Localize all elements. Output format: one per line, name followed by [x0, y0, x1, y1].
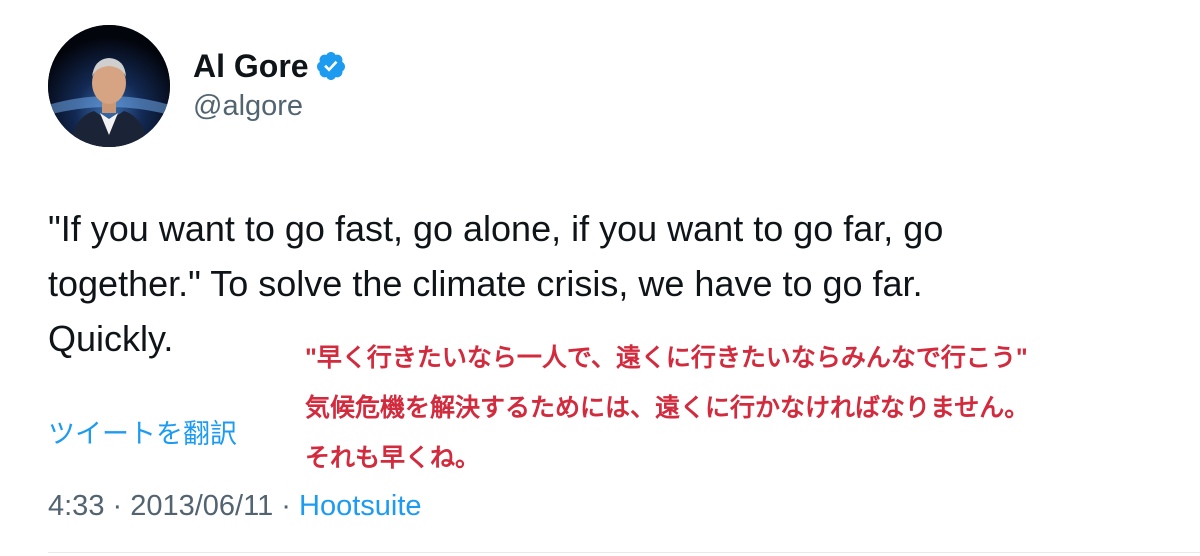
avatar[interactable] [48, 25, 170, 147]
overlay-line: それも早くね。 [305, 444, 481, 472]
tweet-metadata: 4:33 · 2013/06/11 · Hootsuite [48, 486, 422, 526]
tweet-source-link[interactable]: Hootsuite [299, 490, 422, 522]
author-display-name[interactable]: Al Gore [193, 44, 309, 88]
verified-badge-icon [315, 50, 347, 82]
meta-separator: · [104, 490, 131, 522]
tweet-text-line: "If you want to go fast, go alone, if yo… [48, 208, 944, 249]
tweet-time[interactable]: 4:33 [48, 490, 104, 522]
overlay-line: "早く行きたいなら一人で、遠くに行きたいならみんなで行こう" [305, 344, 1028, 372]
author-handle[interactable]: @algore [193, 86, 303, 126]
translate-tweet-link[interactable]: ツイートを翻訳 [48, 414, 237, 454]
author-name-row: Al Gore [193, 44, 347, 88]
meta-separator: · [273, 490, 300, 522]
tweet-date[interactable]: 2013/06/11 [130, 490, 273, 522]
divider [48, 552, 1200, 553]
overlay-line: 気候危機を解決するためには、遠くに行かなければなりません。 [305, 394, 1030, 422]
japanese-translation-overlay: "早く行きたいなら一人で、遠くに行きたいならみんなで行こう" 気候危機を解決する… [305, 333, 1029, 483]
tweet-text-line: together." To solve the climate crisis, … [48, 263, 923, 304]
